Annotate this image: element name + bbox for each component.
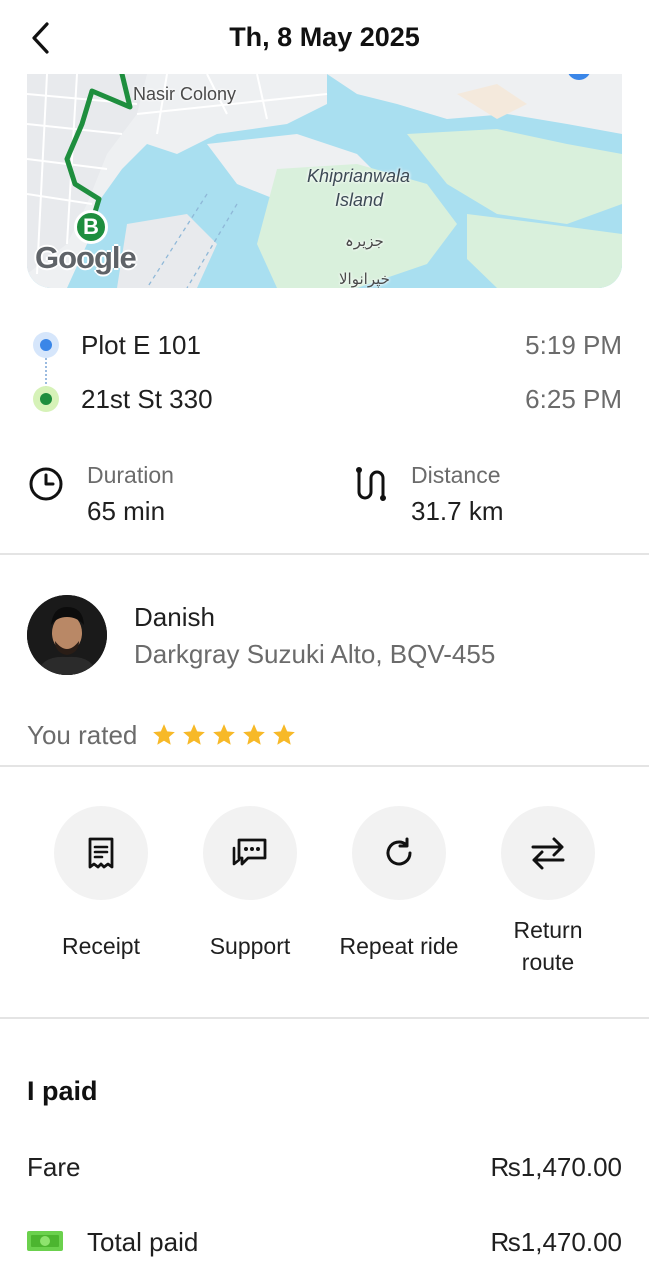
- rating-stars: [151, 722, 297, 748]
- map-label-urdu-1: جزیرہ: [345, 233, 384, 250]
- rating-label: You rated: [27, 719, 138, 750]
- duration-label: Duration: [87, 462, 174, 488]
- driver-name: Danish: [134, 602, 215, 632]
- action-buttons: Receipt Support Repeat ride Return route: [27, 806, 622, 986]
- receipt-label: Receipt: [62, 933, 140, 959]
- chat-bubble-icon: [232, 838, 267, 866]
- payment-title: I paid: [27, 1076, 98, 1106]
- star-icon: [243, 724, 266, 745]
- distance-label: Distance: [411, 462, 501, 488]
- fare-value: ₨1,470.00: [490, 1152, 622, 1182]
- swap-arrows-icon: [531, 837, 565, 870]
- rating-row: You rated: [27, 718, 297, 752]
- map-label-urdu-2: خپرانوالا: [339, 271, 390, 288]
- divider: [0, 1017, 649, 1019]
- support-button[interactable]: Support: [176, 806, 324, 962]
- return-route-button[interactable]: Return route: [474, 806, 622, 978]
- trip-stats: Duration 65 min Distance 31.7 km: [27, 456, 622, 536]
- repeat-ride-button-circle[interactable]: [352, 806, 446, 900]
- star-icon: [183, 724, 206, 745]
- dropoff-dot-icon: [33, 386, 59, 412]
- support-label: Support: [209, 933, 291, 959]
- pickup-row: Plot E 101 5:19 PM: [27, 318, 622, 388]
- driver-card: Danish Darkgray Suzuki Alto, BQV-455: [27, 595, 622, 677]
- clock-icon: [29, 467, 63, 501]
- map-label-island: Khiprianwala: [307, 166, 411, 186]
- avatar: [27, 595, 107, 675]
- header: Th, 8 May 2025: [0, 0, 649, 74]
- receipt-icon: [88, 837, 114, 869]
- route-icon: [356, 467, 386, 501]
- pickup-dot-icon: [33, 332, 59, 358]
- google-logo: Google: [35, 240, 137, 275]
- total-paid-label: Total paid: [87, 1227, 199, 1257]
- repeat-ride-button[interactable]: Repeat ride: [325, 806, 473, 962]
- return-route-button-circle[interactable]: [501, 806, 595, 900]
- trip-stops: Plot E 101 5:19 PM 21st St 330 6:25 PM: [27, 318, 622, 426]
- vehicle-info: Darkgray Suzuki Alto, BQV-455: [134, 639, 496, 669]
- divider: [0, 765, 649, 767]
- refresh-icon: [386, 837, 412, 866]
- cash-icon: [27, 1231, 63, 1251]
- star-icon: [213, 724, 236, 745]
- dropoff-row: 21st St 330 6:25 PM: [27, 372, 622, 426]
- receipt-button[interactable]: Receipt: [27, 806, 175, 962]
- divider: [0, 553, 649, 555]
- star-icon: [273, 724, 296, 745]
- total-paid-row: Total paid ₨1,470.00: [27, 1227, 622, 1263]
- pickup-time: 5:19 PM: [525, 329, 622, 360]
- dropoff-address: 21st St 330: [81, 383, 213, 414]
- duration-stat: Duration 65 min: [27, 456, 327, 536]
- return-route-label: Return route: [513, 917, 583, 975]
- pickup-address: Plot E 101: [81, 329, 201, 360]
- repeat-ride-label: Repeat ride: [339, 933, 459, 959]
- distance-stat: Distance 31.7 km: [351, 456, 621, 536]
- map-label-nasir-colony: Nasir Colony: [133, 84, 237, 104]
- map-label-island-2: Island: [335, 190, 384, 210]
- receipt-button-circle[interactable]: [54, 806, 148, 900]
- support-button-circle[interactable]: [203, 806, 297, 900]
- route-map[interactable]: Nasir Colony Khiprianwala Island جزیرہ خ…: [27, 74, 622, 288]
- star-icon: [153, 724, 176, 745]
- dropoff-marker: B: [74, 210, 108, 244]
- fare-label: Fare: [27, 1152, 81, 1182]
- fare-row: Fare ₨1,470.00: [27, 1152, 622, 1188]
- dropoff-time: 6:25 PM: [525, 383, 622, 414]
- distance-value: 31.7 km: [411, 496, 504, 526]
- page-title: Th, 8 May 2025: [229, 22, 420, 52]
- total-paid-value: ₨1,470.00: [490, 1227, 622, 1257]
- duration-value: 65 min: [87, 496, 166, 526]
